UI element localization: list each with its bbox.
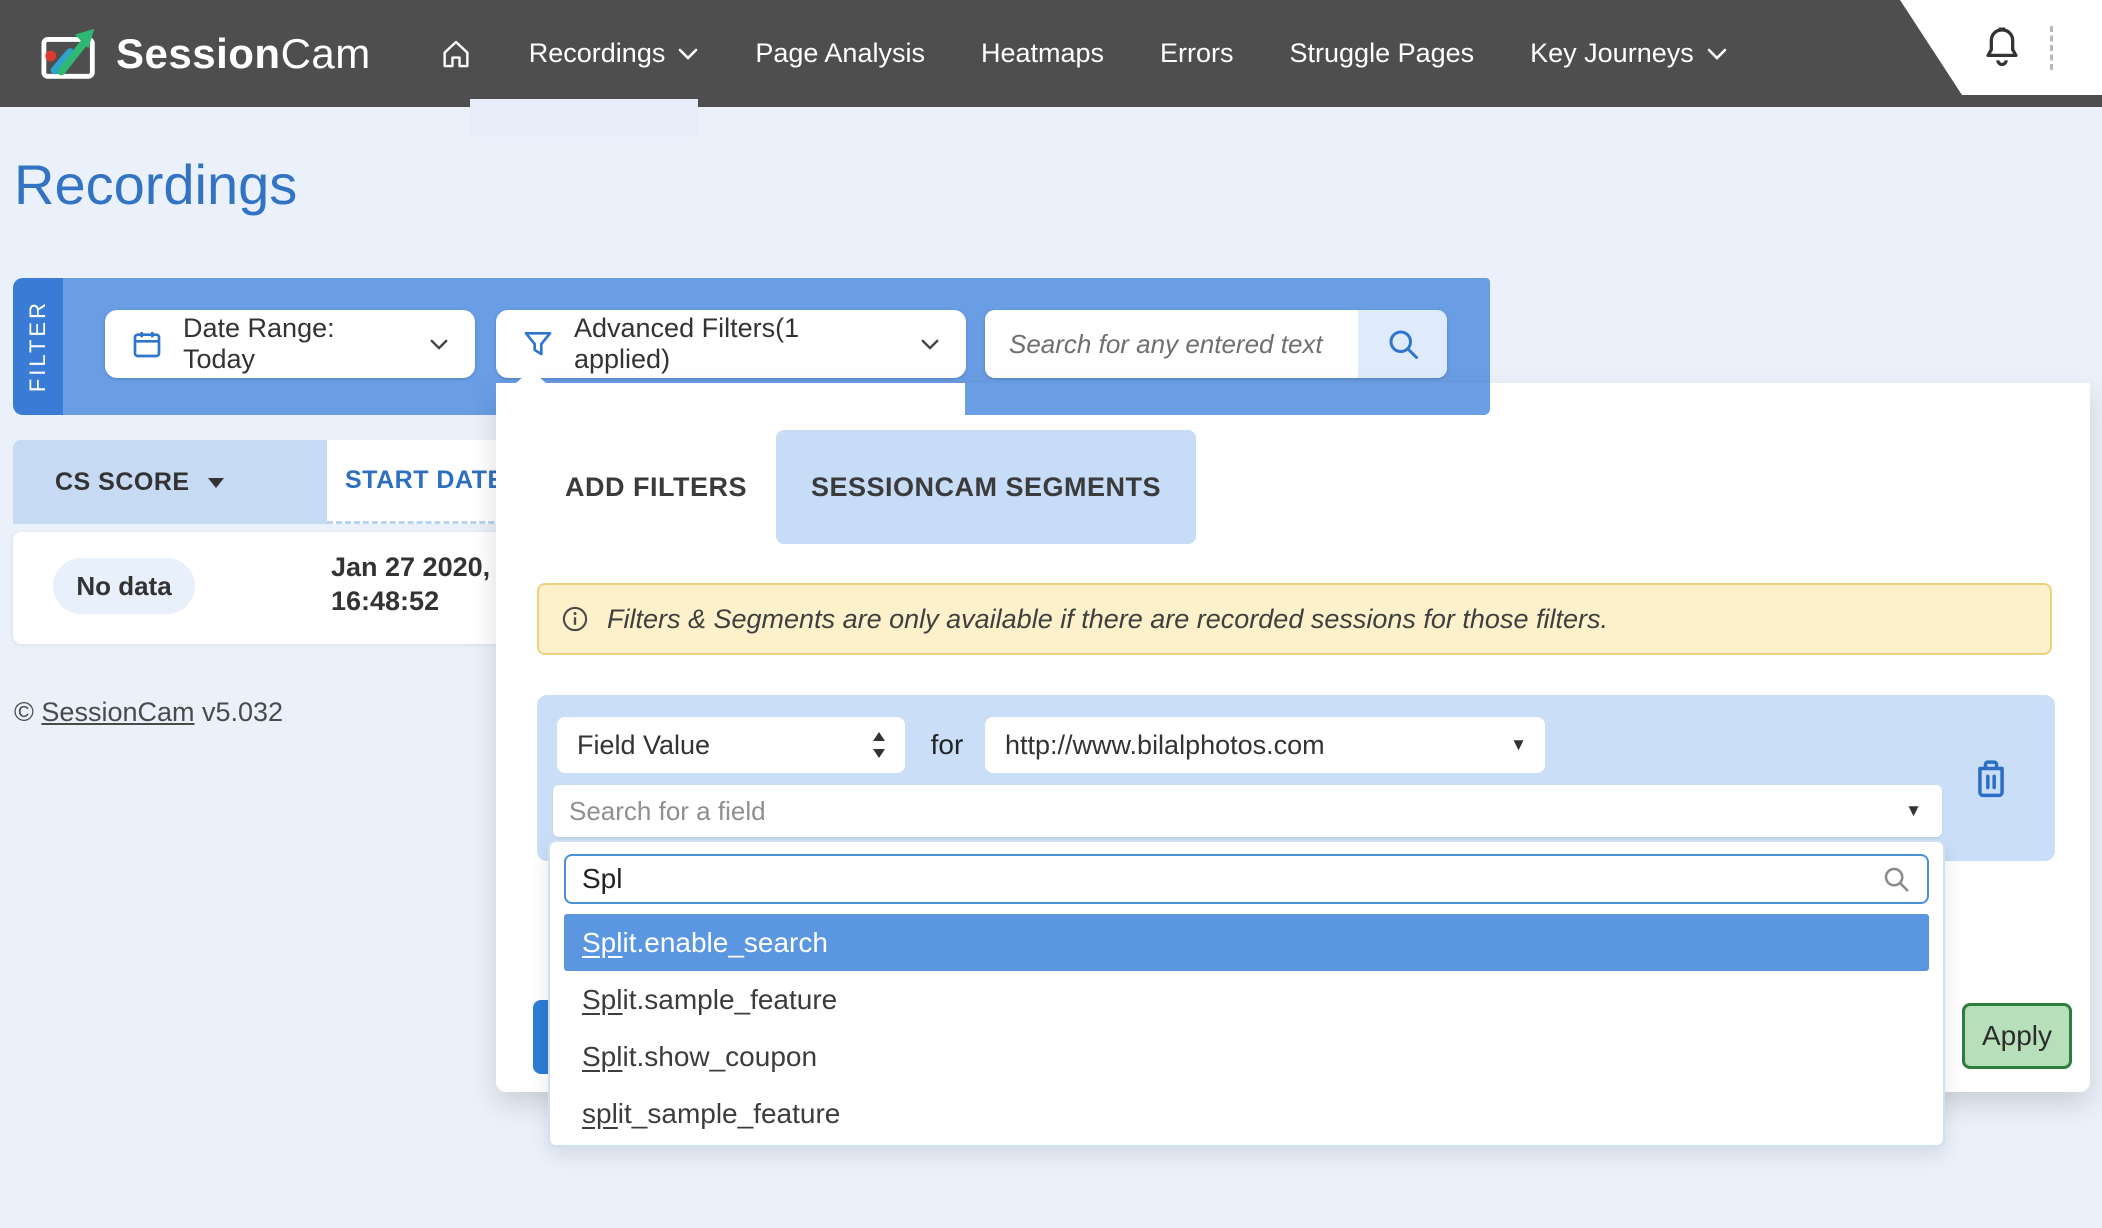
panel-notch <box>516 370 546 383</box>
list-item-split-sample-feature-2[interactable]: split_sample_feature <box>564 1085 1929 1142</box>
search-icon <box>1881 864 1911 894</box>
filter-bar-bottom-strip <box>965 383 1490 415</box>
brand-name: SessionCam <box>116 30 371 78</box>
search-icon <box>1385 326 1421 362</box>
column-header-cs-score[interactable]: CS SCORE <box>13 440 327 524</box>
cs-score-badge: No data <box>53 558 195 614</box>
field-query-input[interactable] <box>566 863 1881 895</box>
dropdown-arrow-icon: ▼ <box>1510 735 1527 755</box>
field-search-select[interactable]: Search for a field ▼ <box>553 785 1942 837</box>
overflow-menu-icon[interactable] <box>2050 26 2053 70</box>
nav-item-errors[interactable]: Errors <box>1160 38 1234 69</box>
delete-filter-button[interactable] <box>1963 750 2019 806</box>
list-item-split-enable-search[interactable]: Split.enable_search <box>564 914 1929 971</box>
version-label: v5.032 <box>202 697 283 727</box>
date-range-button[interactable]: Date Range: Today <box>105 310 475 378</box>
updown-arrows-icon <box>871 731 887 759</box>
filter-tab[interactable]: FILTER <box>13 278 63 415</box>
field-query-input-wrap <box>564 854 1929 904</box>
field-search-popup: Split.enable_search Split.sample_feature… <box>548 840 1945 1147</box>
nav-item-page-analysis[interactable]: Page Analysis <box>755 38 925 69</box>
app-header: SessionCam Recordings Page Analysis Heat… <box>0 0 2102 107</box>
main-nav: Recordings Page Analysis Heatmaps Errors… <box>439 37 1728 71</box>
bell-icon <box>1982 25 2022 71</box>
page-title: Recordings <box>14 152 297 217</box>
panel-tabs: ADD FILTERS SESSIONCAM SEGMENTS <box>536 430 1196 544</box>
nav-item-key-journeys[interactable]: Key Journeys <box>1530 38 1728 69</box>
chevron-down-icon <box>429 338 449 351</box>
sessioncam-link[interactable]: SessionCam <box>41 697 194 727</box>
start-date-value: Jan 27 2020, 16:48:52 <box>331 550 490 618</box>
sort-desc-icon[interactable] <box>206 476 226 489</box>
tab-add-filters[interactable]: ADD FILTERS <box>536 430 776 544</box>
chevron-down-icon <box>677 47 699 61</box>
header-utility-area <box>1900 0 2102 95</box>
apply-button[interactable]: Apply <box>1962 1003 2072 1069</box>
list-item-split-show-coupon[interactable]: Split.show_coupon <box>564 1028 1929 1085</box>
info-banner: Filters & Segments are only available if… <box>537 583 2052 655</box>
filter-tab-label: FILTER <box>25 300 51 392</box>
home-icon <box>439 37 473 71</box>
field-select-placeholder: Search for a field <box>569 796 766 827</box>
chevron-down-icon <box>920 338 940 351</box>
copyright-symbol: © <box>14 697 34 727</box>
nav-item-struggle-pages[interactable]: Struggle Pages <box>1290 38 1475 69</box>
notifications-button[interactable] <box>1982 25 2022 71</box>
search-input[interactable] <box>985 310 1358 378</box>
field-type-select[interactable]: Field Value <box>557 717 905 773</box>
trash-icon <box>1972 757 2010 799</box>
calendar-icon <box>131 328 163 360</box>
funnel-icon <box>522 328 554 360</box>
nav-item-heatmaps[interactable]: Heatmaps <box>981 38 1104 69</box>
text-search-group <box>985 310 1447 378</box>
connector-label: for <box>919 717 975 773</box>
dropdown-arrow-icon: ▼ <box>1905 801 1922 821</box>
home-nav-button[interactable] <box>439 37 473 71</box>
brand-logo[interactable]: SessionCam <box>40 26 371 82</box>
info-icon <box>561 605 589 633</box>
nav-item-recordings[interactable]: Recordings <box>529 38 700 69</box>
logo-chart-icon <box>40 26 102 82</box>
copyright-footer: © SessionCam v5.032 <box>14 697 283 728</box>
chevron-down-icon <box>1706 47 1728 61</box>
site-select[interactable]: http://www.bilalphotos.com ▼ <box>985 717 1545 773</box>
active-nav-indicator <box>470 99 698 137</box>
search-button[interactable] <box>1358 310 1447 378</box>
info-banner-text: Filters & Segments are only available if… <box>607 604 1608 635</box>
advanced-filters-button[interactable]: Advanced Filters(1 applied) <box>496 310 966 378</box>
list-item-split-sample-feature[interactable]: Split.sample_feature <box>564 971 1929 1028</box>
field-results-list: Split.enable_search Split.sample_feature… <box>564 914 1929 1142</box>
tab-sessioncam-segments[interactable]: SESSIONCAM SEGMENTS <box>776 430 1196 544</box>
advanced-filters-panel: ADD FILTERS SESSIONCAM SEGMENTS Filters … <box>496 383 2090 1092</box>
